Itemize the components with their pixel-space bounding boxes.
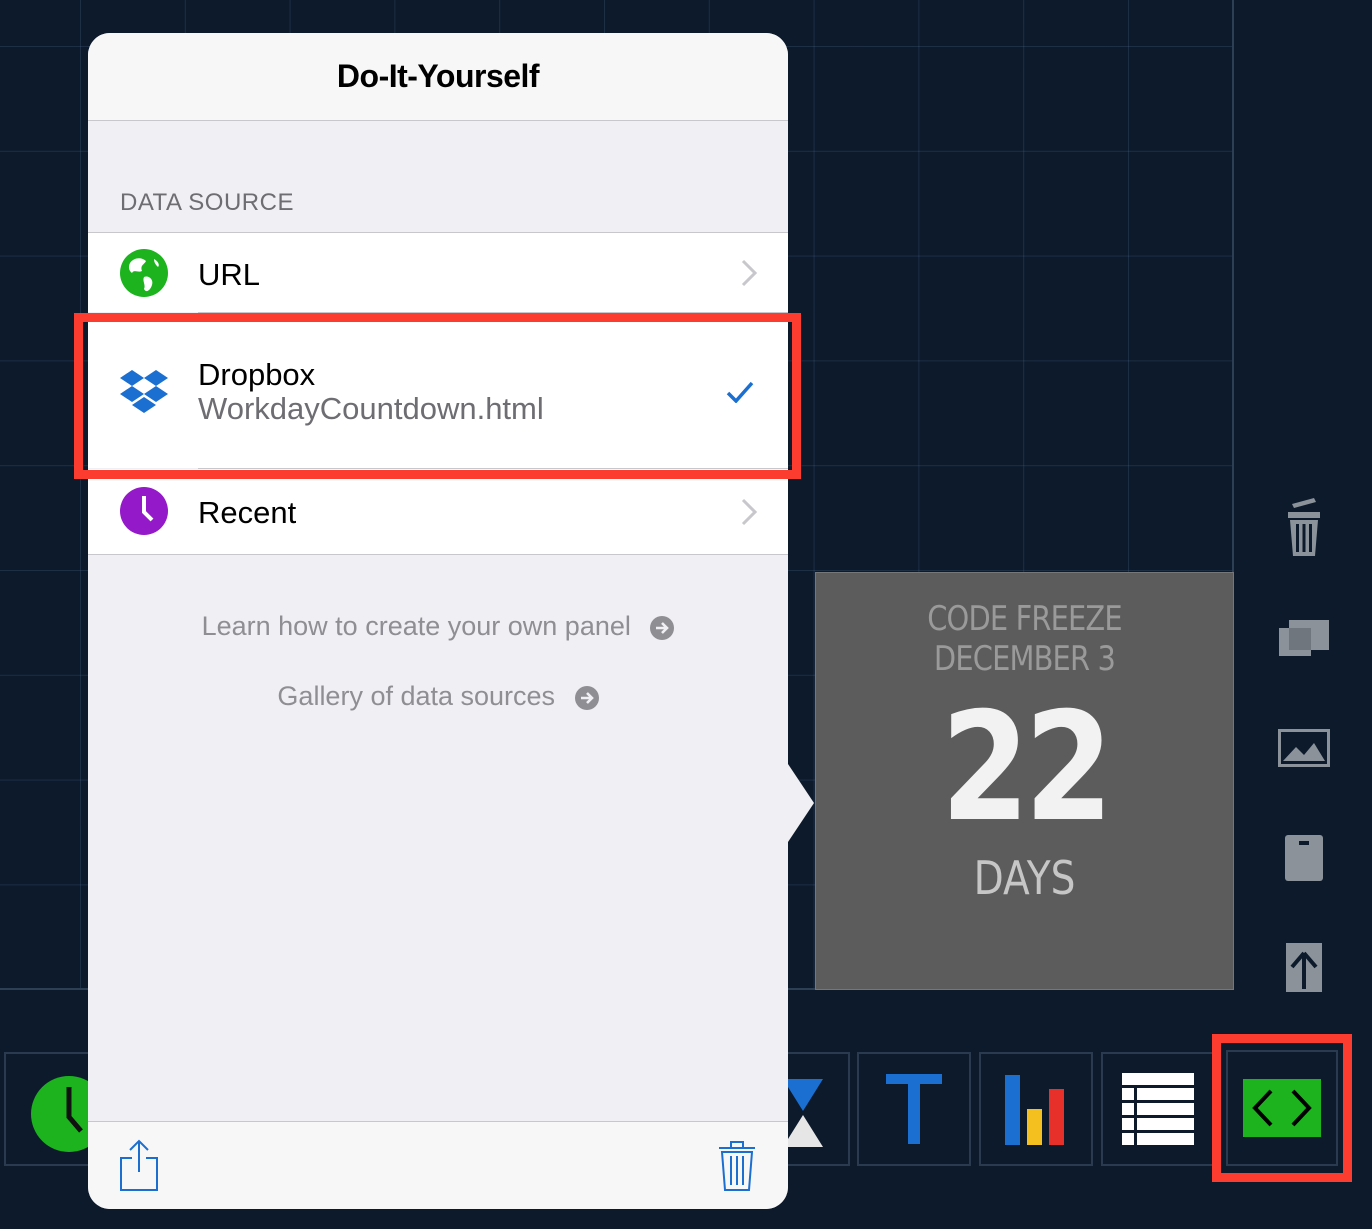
countdown-title: CODE FREEZE DECEMBER 3 [847,599,1201,679]
popover-arrow [786,761,814,845]
recent-label: Recent [198,495,297,530]
upload-tool[interactable] [1278,938,1330,998]
dropbox-filename: WorkdayCountdown.html [198,391,544,426]
panel-tool[interactable] [1278,828,1330,888]
gallery-link-label: Gallery of data sources [277,681,556,711]
trash-icon [1288,498,1320,556]
diy-code-panel-tile[interactable] [1226,1050,1338,1166]
bar-chart-icon [1005,1075,1064,1145]
window-icon [1279,620,1329,656]
countdown-unit: DAYS [973,851,1076,905]
image-icon [1278,729,1330,767]
countdown-value: 22 [940,681,1113,855]
bar-chart-panel-tile[interactable] [979,1052,1093,1166]
url-label: URL [198,257,261,292]
arrow-circle-right-icon [574,685,599,710]
popover-title: Do-It-Yourself [336,58,540,94]
window-tool[interactable] [1278,608,1330,668]
image-tool[interactable] [1278,718,1330,778]
countdown-title-line2: DECEMBER 3 [933,639,1116,679]
share-icon[interactable] [119,1138,159,1192]
learn-panel-link[interactable]: Learn how to create your own panel [88,611,788,642]
countdown-title-line1: CODE FREEZE [927,599,1122,639]
data-source-row-recent[interactable]: Recent [88,469,788,555]
chevron-right-icon [741,259,758,287]
trash-tool[interactable] [1278,498,1330,558]
diy-popover: Do-It-Yourself DATA SOURCE URL Dropbox W… [88,33,814,1209]
data-source-row-url[interactable]: URL [88,232,788,312]
list-icon [1122,1073,1194,1145]
upload-icon [1286,943,1322,993]
panel-icon [1285,835,1323,881]
checkmark-icon [726,381,754,403]
text-panel-tile[interactable] [857,1052,971,1166]
countdown-panel[interactable]: CODE FREEZE DECEMBER 3 22 DAYS [815,572,1234,990]
gallery-link[interactable]: Gallery of data sources [88,681,788,712]
learn-panel-link-label: Learn how to create your own panel [201,611,631,641]
data-source-row-dropbox[interactable]: Dropbox WorkdayCountdown.html [88,313,788,468]
globe-icon [120,249,168,297]
dropbox-icon [120,370,168,413]
code-icon [1243,1079,1321,1137]
chevron-right-icon [741,498,758,526]
popover-footer [88,1121,788,1209]
popover-header: Do-It-Yourself [88,33,788,121]
dropbox-label: Dropbox [198,357,316,392]
section-header-data-source: DATA SOURCE [120,189,294,216]
text-icon [886,1074,942,1144]
arrow-circle-right-icon [650,615,675,640]
clock-icon [120,487,168,535]
trash-icon[interactable] [717,1138,757,1192]
list-panel-tile[interactable] [1101,1052,1215,1166]
